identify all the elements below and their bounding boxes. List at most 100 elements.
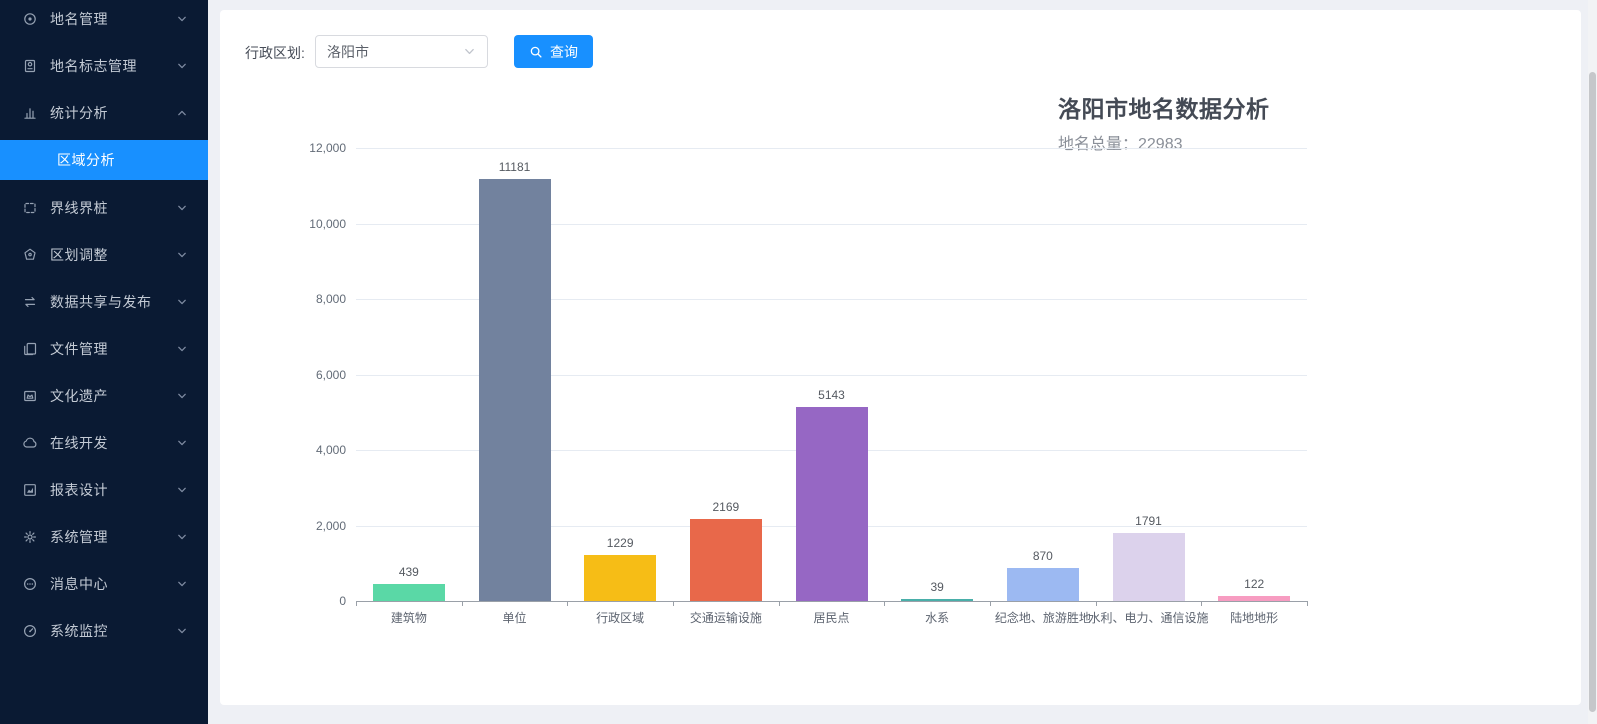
- cloud-icon: [22, 435, 38, 451]
- report-icon: [22, 482, 38, 498]
- gear-icon: [22, 529, 38, 545]
- gridline: [356, 148, 1307, 149]
- sidebar-item-label: 统计分析: [50, 103, 108, 123]
- file-icon: [22, 341, 38, 357]
- chevron-down-icon: [176, 249, 188, 261]
- sidebar-item[interactable]: 区划调整: [0, 231, 208, 278]
- chevron-down-icon: [176, 202, 188, 214]
- x-axis-category-label: 水利、电力、通信设施: [1088, 609, 1208, 626]
- bar-value-label: 39: [930, 580, 943, 594]
- bar-交通运输设施[interactable]: [690, 519, 762, 601]
- chevron-down-icon: [176, 437, 188, 449]
- sidebar-item[interactable]: 文件管理: [0, 325, 208, 372]
- x-axis-category-label: 居民点: [813, 609, 849, 626]
- x-axis-tick: [884, 601, 885, 606]
- bar-value-label: 1791: [1135, 514, 1162, 528]
- sign-icon: [22, 58, 38, 74]
- y-axis-tick-label: 2,000: [276, 519, 346, 533]
- chart-area: 02,0004,0006,0008,00010,00012,000439建筑物1…: [356, 148, 1307, 601]
- sidebar-subitem-label: 区域分析: [57, 150, 115, 170]
- bar-陆地地形[interactable]: [1218, 596, 1290, 601]
- x-axis-tick: [779, 601, 780, 606]
- bar-居民点[interactable]: [796, 407, 868, 601]
- x-axis-tick: [673, 601, 674, 606]
- location-icon: [22, 11, 38, 27]
- sidebar-item[interactable]: 在线开发: [0, 419, 208, 466]
- search-icon: [529, 45, 543, 59]
- y-axis-tick-label: 6,000: [276, 368, 346, 382]
- bar-value-label: 2169: [712, 500, 739, 514]
- x-axis-category-label: 纪念地、旅游胜地: [995, 609, 1091, 626]
- page-scrollbar-thumb[interactable]: [1589, 72, 1596, 712]
- sidebar-item[interactable]: 报表设计: [0, 466, 208, 513]
- sidebar-menu: 地名管理地名标志管理统计分析区域分析界线界桩区划调整数据共享与发布文件管理文化遗…: [0, 0, 208, 654]
- y-axis-tick-label: 10,000: [276, 217, 346, 231]
- sidebar-item[interactable]: 系统管理: [0, 513, 208, 560]
- sidebar-item-label: 文件管理: [50, 339, 108, 359]
- bar-水系[interactable]: [901, 599, 973, 601]
- query-button[interactable]: 查询: [514, 35, 593, 68]
- x-axis-category-label: 陆地地形: [1230, 609, 1278, 626]
- sidebar-item[interactable]: 文化遗产: [0, 372, 208, 419]
- x-axis-line: [356, 601, 1307, 602]
- bar-行政区域[interactable]: [584, 555, 656, 601]
- x-axis-tick: [1096, 601, 1097, 606]
- sidebar-item[interactable]: 数据共享与发布: [0, 278, 208, 325]
- chevron-down-icon: [176, 390, 188, 402]
- sidebar: 地名管理地名标志管理统计分析区域分析界线界桩区划调整数据共享与发布文件管理文化遗…: [0, 0, 208, 724]
- page-scrollbar-track[interactable]: [1588, 0, 1597, 724]
- sidebar-item[interactable]: 界线界桩: [0, 184, 208, 231]
- boundary-icon: [22, 200, 38, 216]
- x-axis-tick: [567, 601, 568, 606]
- region-filter-label: 行政区划:: [245, 43, 305, 63]
- chevron-down-icon: [176, 625, 188, 637]
- bar-水利、电力、通信设施[interactable]: [1113, 533, 1185, 601]
- chevron-down-icon: [176, 13, 188, 25]
- sidebar-item[interactable]: 系统监控: [0, 607, 208, 654]
- sidebar-item[interactable]: 统计分析: [0, 89, 208, 136]
- bar-value-label: 870: [1033, 549, 1053, 563]
- chevron-down-icon: [176, 343, 188, 355]
- chevron-down-icon: [463, 45, 476, 58]
- bar-纪念地、旅游胜地[interactable]: [1007, 568, 1079, 601]
- sidebar-item-label: 数据共享与发布: [50, 292, 152, 312]
- x-axis-tick: [1307, 601, 1308, 606]
- x-axis-tick: [1201, 601, 1202, 606]
- sidebar-subitem[interactable]: 区域分析: [0, 140, 208, 180]
- chevron-down-icon: [176, 484, 188, 496]
- y-axis-tick-label: 0: [276, 594, 346, 608]
- chevron-up-icon: [176, 107, 188, 119]
- sidebar-item[interactable]: 地名管理: [0, 0, 208, 42]
- sidebar-item[interactable]: 消息中心: [0, 560, 208, 607]
- sidebar-item-label: 地名管理: [50, 9, 108, 29]
- x-axis-category-label: 行政区域: [596, 609, 644, 626]
- sidebar-item-label: 消息中心: [50, 574, 108, 594]
- sidebar-item-label: 报表设计: [50, 480, 108, 500]
- sidebar-item-label: 文化遗产: [50, 386, 108, 406]
- sidebar-item-label: 在线开发: [50, 433, 108, 453]
- bar-value-label: 5143: [818, 388, 845, 402]
- chevron-down-icon: [176, 60, 188, 72]
- bar-value-label: 11181: [499, 160, 531, 174]
- main-panel: 行政区划: 洛阳市 查询 洛阳市地名数据分析 地名总量：22983 02,000…: [220, 10, 1581, 705]
- chart-title: 洛阳市地名数据分析: [1058, 90, 1318, 124]
- sidebar-item[interactable]: 地名标志管理: [0, 42, 208, 89]
- bar-建筑物[interactable]: [373, 584, 445, 601]
- share-icon: [22, 294, 38, 310]
- x-axis-category-label: 单位: [502, 609, 526, 626]
- x-axis-category-label: 水系: [925, 609, 949, 626]
- chevron-down-icon: [176, 578, 188, 590]
- x-axis-tick: [356, 601, 357, 606]
- bar-value-label: 1229: [607, 536, 634, 550]
- monitor-icon: [22, 623, 38, 639]
- chart-header: 洛阳市地名数据分析 地名总量：22983: [1058, 90, 1318, 154]
- y-axis-tick-label: 8,000: [276, 292, 346, 306]
- sidebar-item-label: 系统监控: [50, 621, 108, 641]
- heritage-icon: [22, 388, 38, 404]
- bar-单位[interactable]: [479, 179, 551, 601]
- sidebar-item-label: 系统管理: [50, 527, 108, 547]
- region-select[interactable]: 洛阳市: [315, 35, 488, 68]
- query-button-label: 查询: [550, 42, 578, 62]
- district-icon: [22, 247, 38, 263]
- chevron-down-icon: [176, 531, 188, 543]
